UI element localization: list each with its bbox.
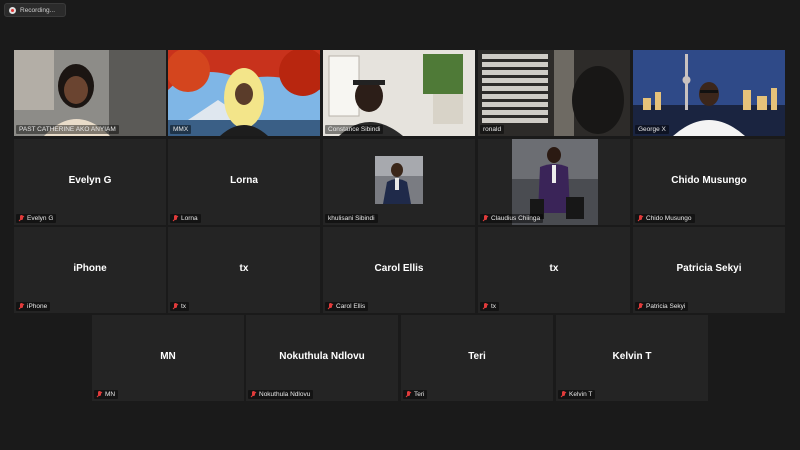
participant-tile[interactable]: Lorna Lorna: [168, 139, 320, 225]
participant-label: tx: [170, 302, 190, 311]
participant-tile[interactable]: tx tx: [168, 227, 320, 313]
participant-name: tx: [491, 303, 497, 310]
participant-tile[interactable]: iPhone iPhone: [14, 227, 166, 313]
participant-tile[interactable]: PAST CATHERINE AKO ANYIAM: [14, 50, 166, 136]
participant-video: [168, 50, 320, 136]
mic-muted-icon: [638, 303, 643, 310]
participant-video: [633, 50, 785, 136]
participant-name: Chido Musungo: [646, 215, 692, 222]
participant-name: Evelyn G: [27, 215, 54, 222]
participant-video: [323, 50, 475, 136]
recording-indicator[interactable]: Recording...: [4, 3, 66, 17]
mic-muted-icon: [561, 391, 566, 398]
participant-display-name: iPhone: [73, 263, 107, 274]
record-icon: [9, 6, 16, 14]
participant-label: George X: [635, 125, 669, 134]
participant-display-name: Evelyn G: [68, 175, 112, 186]
participant-tile[interactable]: Evelyn G Evelyn G: [14, 139, 166, 225]
participant-tile[interactable]: Claudius Chiinga: [478, 139, 630, 225]
participant-tile[interactable]: Patricia Sekyi Patricia Sekyi: [633, 227, 785, 313]
participant-label: Patricia Sekyi: [635, 302, 689, 311]
participant-display-name: Teri: [468, 351, 486, 362]
participant-label: Nokuthula Ndlovu: [248, 390, 314, 399]
participant-label: tx: [480, 302, 500, 311]
participant-label: Lorna: [170, 214, 201, 223]
mic-muted-icon: [19, 303, 24, 310]
participant-tile[interactable]: Kelvin T Kelvin T: [556, 315, 708, 401]
recording-label: Recording...: [20, 6, 56, 14]
participant-name: MMX: [173, 126, 189, 133]
participant-name: George X: [638, 126, 666, 133]
participant-tile[interactable]: MN MN: [92, 315, 244, 401]
participant-tile[interactable]: khulisani Sibindi: [323, 139, 475, 225]
participant-label: Evelyn G: [16, 214, 57, 223]
participant-label: Chido Musungo: [635, 214, 695, 223]
participant-display-name: Lorna: [230, 175, 258, 186]
participant-label: Constance Sibindi: [325, 125, 384, 134]
participant-name: Claudius Chiinga: [491, 215, 541, 222]
participant-name: MN: [105, 391, 116, 398]
participant-label: ronald: [480, 125, 505, 134]
participant-tile[interactable]: Chido Musungo Chido Musungo: [633, 139, 785, 225]
mic-muted-icon: [638, 215, 643, 222]
participant-name: Constance Sibindi: [328, 126, 381, 133]
mic-muted-icon: [173, 215, 178, 222]
participant-name: khulisani Sibindi: [328, 215, 375, 222]
participant-video: [478, 50, 630, 136]
participant-display-name: Chido Musungo: [671, 175, 747, 186]
participant-label: MN: [94, 390, 119, 399]
participant-name: Teri: [414, 391, 425, 398]
participant-display-name: Nokuthula Ndlovu: [279, 351, 365, 362]
mic-muted-icon: [19, 215, 24, 222]
participant-label: MMX: [170, 125, 192, 134]
participant-tile[interactable]: ronald: [478, 50, 630, 136]
participant-name: ronald: [483, 126, 502, 133]
participant-tile[interactable]: George X: [633, 50, 785, 136]
participant-name: PAST CATHERINE AKO ANYIAM: [19, 126, 116, 133]
participant-name: Nokuthula Ndlovu: [259, 391, 311, 398]
participant-label: iPhone: [16, 302, 51, 311]
participant-label: Kelvin T: [558, 390, 596, 399]
participant-display-name: tx: [549, 263, 559, 274]
participant-video: [14, 50, 166, 136]
mic-muted-icon: [97, 391, 102, 398]
participant-tile[interactable]: Teri Teri: [401, 315, 553, 401]
participant-tile[interactable]: Nokuthula Ndlovu Nokuthula Ndlovu: [246, 315, 398, 401]
participant-display-name: Kelvin T: [612, 351, 652, 362]
participant-display-name: MN: [160, 351, 176, 362]
participant-display-name: tx: [239, 263, 249, 274]
participant-name: iPhone: [27, 303, 48, 310]
participant-label: Claudius Chiinga: [480, 214, 544, 223]
mic-muted-icon: [483, 215, 488, 222]
profile-photo: [512, 139, 598, 225]
participant-display-name: Patricia Sekyi: [676, 263, 742, 274]
profile-photo: [375, 156, 423, 204]
participant-name: Carol Ellis: [336, 303, 366, 310]
mic-muted-icon: [483, 303, 488, 310]
mic-muted-icon: [328, 303, 333, 310]
mic-muted-icon: [406, 391, 411, 398]
participant-name: Lorna: [181, 215, 198, 222]
participant-label: Teri: [403, 390, 428, 399]
participant-label: Carol Ellis: [325, 302, 369, 311]
participant-name: tx: [181, 303, 187, 310]
participant-tile[interactable]: tx tx: [478, 227, 630, 313]
participant-tile[interactable]: Carol Ellis Carol Ellis: [323, 227, 475, 313]
participant-name: Kelvin T: [569, 391, 593, 398]
mic-muted-icon: [251, 391, 256, 398]
participant-tile-active-speaker[interactable]: MMX: [168, 50, 320, 136]
participant-name: Patricia Sekyi: [646, 303, 686, 310]
mic-muted-icon: [173, 303, 178, 310]
participant-tile[interactable]: Constance Sibindi: [323, 50, 475, 136]
participant-display-name: Carol Ellis: [374, 263, 424, 274]
participant-label: khulisani Sibindi: [325, 214, 378, 223]
participant-label: PAST CATHERINE AKO ANYIAM: [16, 125, 119, 134]
